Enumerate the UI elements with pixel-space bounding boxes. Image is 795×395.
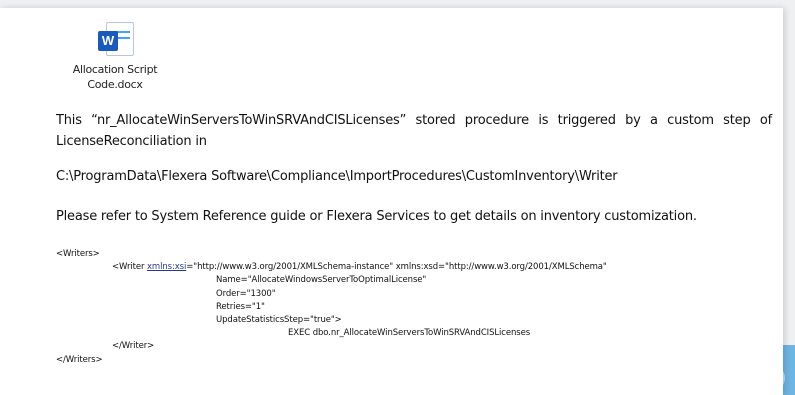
attachment-name-line2: Code.docx <box>87 78 143 91</box>
xml-retries-attr: Retries="1" <box>216 301 265 312</box>
xml-writer-prefix: <Writer <box>112 262 147 273</box>
xml-order-attr: Order="1300" <box>216 288 276 299</box>
xml-name-attr: Name="AllocateWindowsServerToOptimalLice… <box>216 275 427 286</box>
xml-update-attr: UpdateStatisticsStep="true"> <box>216 314 342 325</box>
word-docx-icon[interactable]: W <box>98 22 134 56</box>
procedure-description: This “nr_AllocateWinServersToWinSRVAndCI… <box>56 113 772 149</box>
word-badge: W <box>98 31 118 51</box>
xml-snippet: <Writers> <Writer xmlns:xsi="http://www.… <box>56 248 772 367</box>
xml-writers-open: <Writers> <box>56 249 100 259</box>
attachment-name-line1: Allocation Script <box>72 63 158 76</box>
reference-note: Please refer to System Reference guide o… <box>56 209 697 224</box>
xml-writer-close: </Writer> <box>112 341 155 352</box>
attachment-filename[interactable]: Allocation Script Code.docx <box>60 62 170 92</box>
writer-path: C:\ProgramData\Flexera Software\Complian… <box>56 169 618 184</box>
xml-writer-namespaces: ="http://www.w3.org/2001/XMLSchema-insta… <box>186 262 607 273</box>
document-page: W Allocation Script Code.docx This “nr_A… <box>0 8 783 395</box>
xml-exec-line: EXEC dbo.nr_AllocateWinServersToWinSRVAn… <box>288 328 531 339</box>
xml-writers-close: </Writers> <box>56 354 103 365</box>
xml-xsi-attribute: xmlns:xsi <box>146 262 187 273</box>
embedded-attachment[interactable]: W Allocation Script Code.docx <box>60 22 170 92</box>
xml-writer-open-line: <Writer xmlns:xsi="http://www.w3.org/200… <box>56 261 772 274</box>
